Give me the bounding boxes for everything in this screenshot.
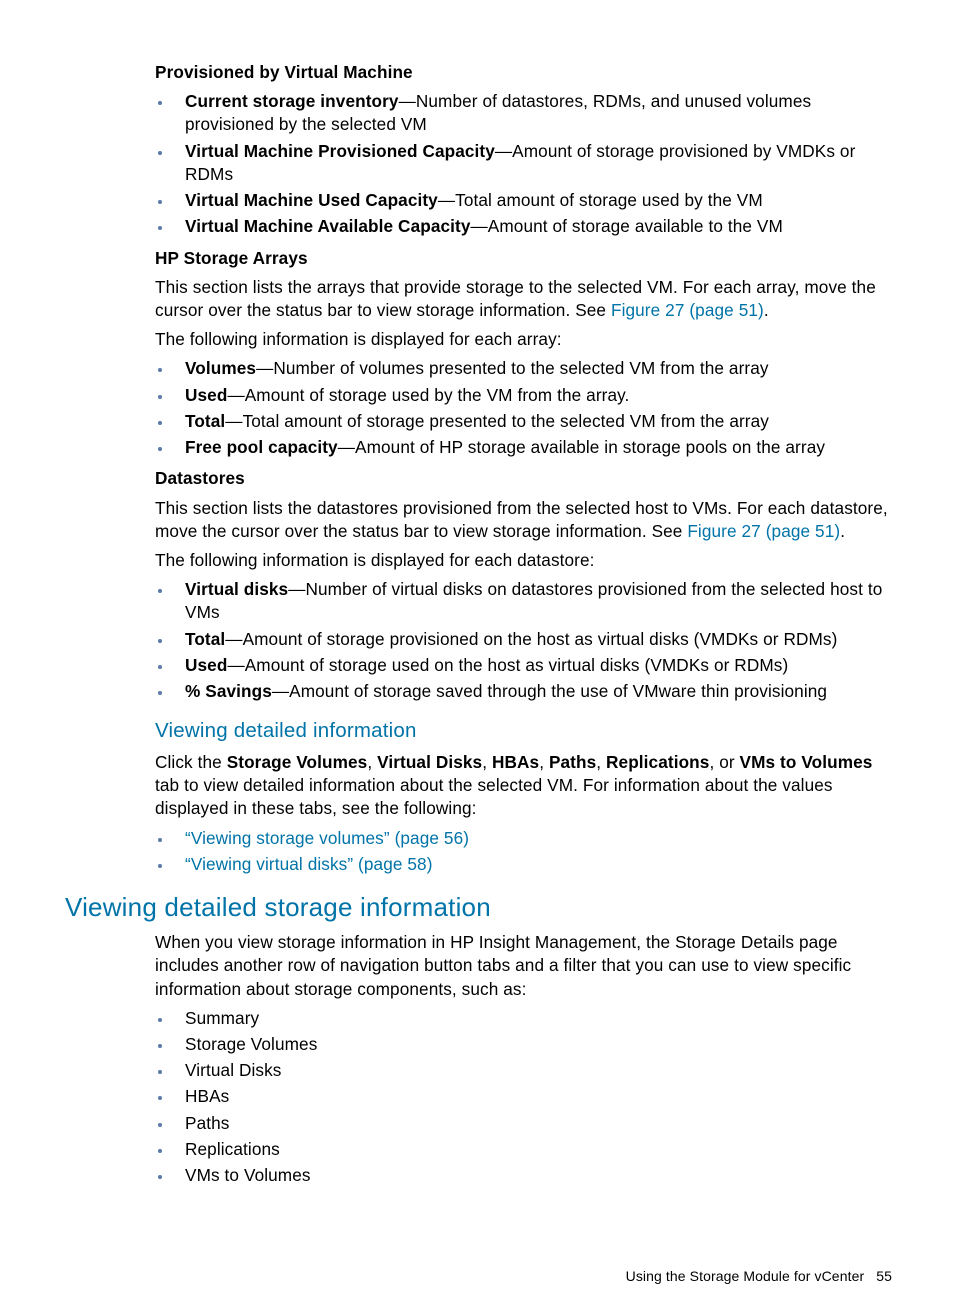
content-block: Provisioned by Virtual Machine Current s… xyxy=(155,61,894,1187)
desc: —Amount of storage used by the VM from t… xyxy=(227,385,629,405)
page: Provisioned by Virtual Machine Current s… xyxy=(0,0,954,1316)
term: Virtual Machine Available Capacity xyxy=(185,216,471,236)
list-item: “Viewing storage volumes” (page 56) xyxy=(173,827,894,850)
paragraph: This section lists the arrays that provi… xyxy=(155,276,894,322)
tab-name: Storage Volumes xyxy=(227,752,368,772)
term: Virtual disks xyxy=(185,579,288,599)
desc: —Total amount of storage presented to th… xyxy=(225,411,769,431)
list-item: Replications xyxy=(173,1138,894,1161)
tab-name: Replications xyxy=(606,752,709,772)
page-footer: Using the Storage Module for vCenter 55 xyxy=(65,1267,894,1286)
text: tab to view detailed information about t… xyxy=(155,775,833,818)
desc: —Total amount of storage used by the VM xyxy=(438,190,763,210)
desc: —Amount of storage saved through the use… xyxy=(272,681,827,701)
list-item: Volumes—Number of volumes presented to t… xyxy=(173,357,894,380)
list-item: Virtual Disks xyxy=(173,1059,894,1082)
heading-provisioned-vm: Provisioned by Virtual Machine xyxy=(155,61,894,84)
term: % Savings xyxy=(185,681,272,701)
heading-viewing-detailed-info: Viewing detailed information xyxy=(155,717,894,745)
text: , xyxy=(482,752,492,772)
term: Virtual Machine Provisioned Capacity xyxy=(185,141,495,161)
list-datastores: Virtual disks—Number of virtual disks on… xyxy=(155,578,894,703)
list-item: Virtual Machine Used Capacity—Total amou… xyxy=(173,189,894,212)
list-item: Used—Amount of storage used on the host … xyxy=(173,654,894,677)
list-item: Summary xyxy=(173,1007,894,1030)
list-item: VMs to Volumes xyxy=(173,1164,894,1187)
figure-27-link[interactable]: Figure 27 (page 51) xyxy=(687,521,840,541)
list-storage-components: Summary Storage Volumes Virtual Disks HB… xyxy=(155,1007,894,1188)
term: Volumes xyxy=(185,358,256,378)
list-item: Virtual Machine Available Capacity—Amoun… xyxy=(173,215,894,238)
term: Virtual Machine Used Capacity xyxy=(185,190,438,210)
text: , or xyxy=(709,752,739,772)
tab-name: HBAs xyxy=(492,752,539,772)
tab-name: VMs to Volumes xyxy=(740,752,873,772)
text: , xyxy=(367,752,377,772)
term: Total xyxy=(185,411,225,431)
term: Current storage inventory xyxy=(185,91,399,111)
figure-27-link[interactable]: Figure 27 (page 51) xyxy=(611,300,764,320)
heading-datastores: Datastores xyxy=(155,467,894,490)
list-item: Virtual disks—Number of virtual disks on… xyxy=(173,578,894,624)
term: Free pool capacity xyxy=(185,437,338,457)
text: , xyxy=(596,752,606,772)
desc: —Number of volumes presented to the sele… xyxy=(256,358,769,378)
list-item: Used—Amount of storage used by the VM fr… xyxy=(173,384,894,407)
list-item: Paths xyxy=(173,1112,894,1135)
list-item: Virtual Machine Provisioned Capacity—Amo… xyxy=(173,140,894,186)
desc: —Amount of storage used on the host as v… xyxy=(227,655,788,675)
paragraph: The following information is displayed f… xyxy=(155,549,894,572)
text: . xyxy=(764,300,769,320)
text: Click the xyxy=(155,752,227,772)
list-item: Storage Volumes xyxy=(173,1033,894,1056)
heading-hp-arrays: HP Storage Arrays xyxy=(155,247,894,270)
desc: —Amount of HP storage available in stora… xyxy=(338,437,825,457)
paragraph: Click the Storage Volumes, Virtual Disks… xyxy=(155,751,894,821)
list-item: % Savings—Amount of storage saved throug… xyxy=(173,680,894,703)
list-item: “Viewing virtual disks” (page 58) xyxy=(173,853,894,876)
list-links: “Viewing storage volumes” (page 56) “Vie… xyxy=(155,827,894,876)
term: Used xyxy=(185,385,227,405)
desc: —Amount of storage provisioned on the ho… xyxy=(225,629,837,649)
viewing-virtual-disks-link[interactable]: “Viewing virtual disks” (page 58) xyxy=(185,854,433,874)
desc: —Amount of storage available to the VM xyxy=(471,216,783,236)
tab-name: Paths xyxy=(549,752,596,772)
list-item: Total—Total amount of storage presented … xyxy=(173,410,894,433)
list-item: Free pool capacity—Amount of HP storage … xyxy=(173,436,894,459)
term: Total xyxy=(185,629,225,649)
paragraph: The following information is displayed f… xyxy=(155,328,894,351)
heading-viewing-detailed-storage: Viewing detailed storage information xyxy=(65,890,894,925)
list-item: Total—Amount of storage provisioned on t… xyxy=(173,628,894,651)
paragraph: When you view storage information in HP … xyxy=(155,931,894,1001)
text: . xyxy=(840,521,845,541)
text: , xyxy=(539,752,549,772)
list-provisioned-vm: Current storage inventory—Number of data… xyxy=(155,90,894,238)
term: Used xyxy=(185,655,227,675)
list-hp-arrays: Volumes—Number of volumes presented to t… xyxy=(155,357,894,459)
desc: —Number of virtual disks on datastores p… xyxy=(185,579,882,622)
tab-name: Virtual Disks xyxy=(377,752,482,772)
paragraph: This section lists the datastores provis… xyxy=(155,497,894,543)
list-item: HBAs xyxy=(173,1085,894,1108)
list-item: Current storage inventory—Number of data… xyxy=(173,90,894,136)
viewing-storage-volumes-link[interactable]: “Viewing storage volumes” (page 56) xyxy=(185,828,469,848)
